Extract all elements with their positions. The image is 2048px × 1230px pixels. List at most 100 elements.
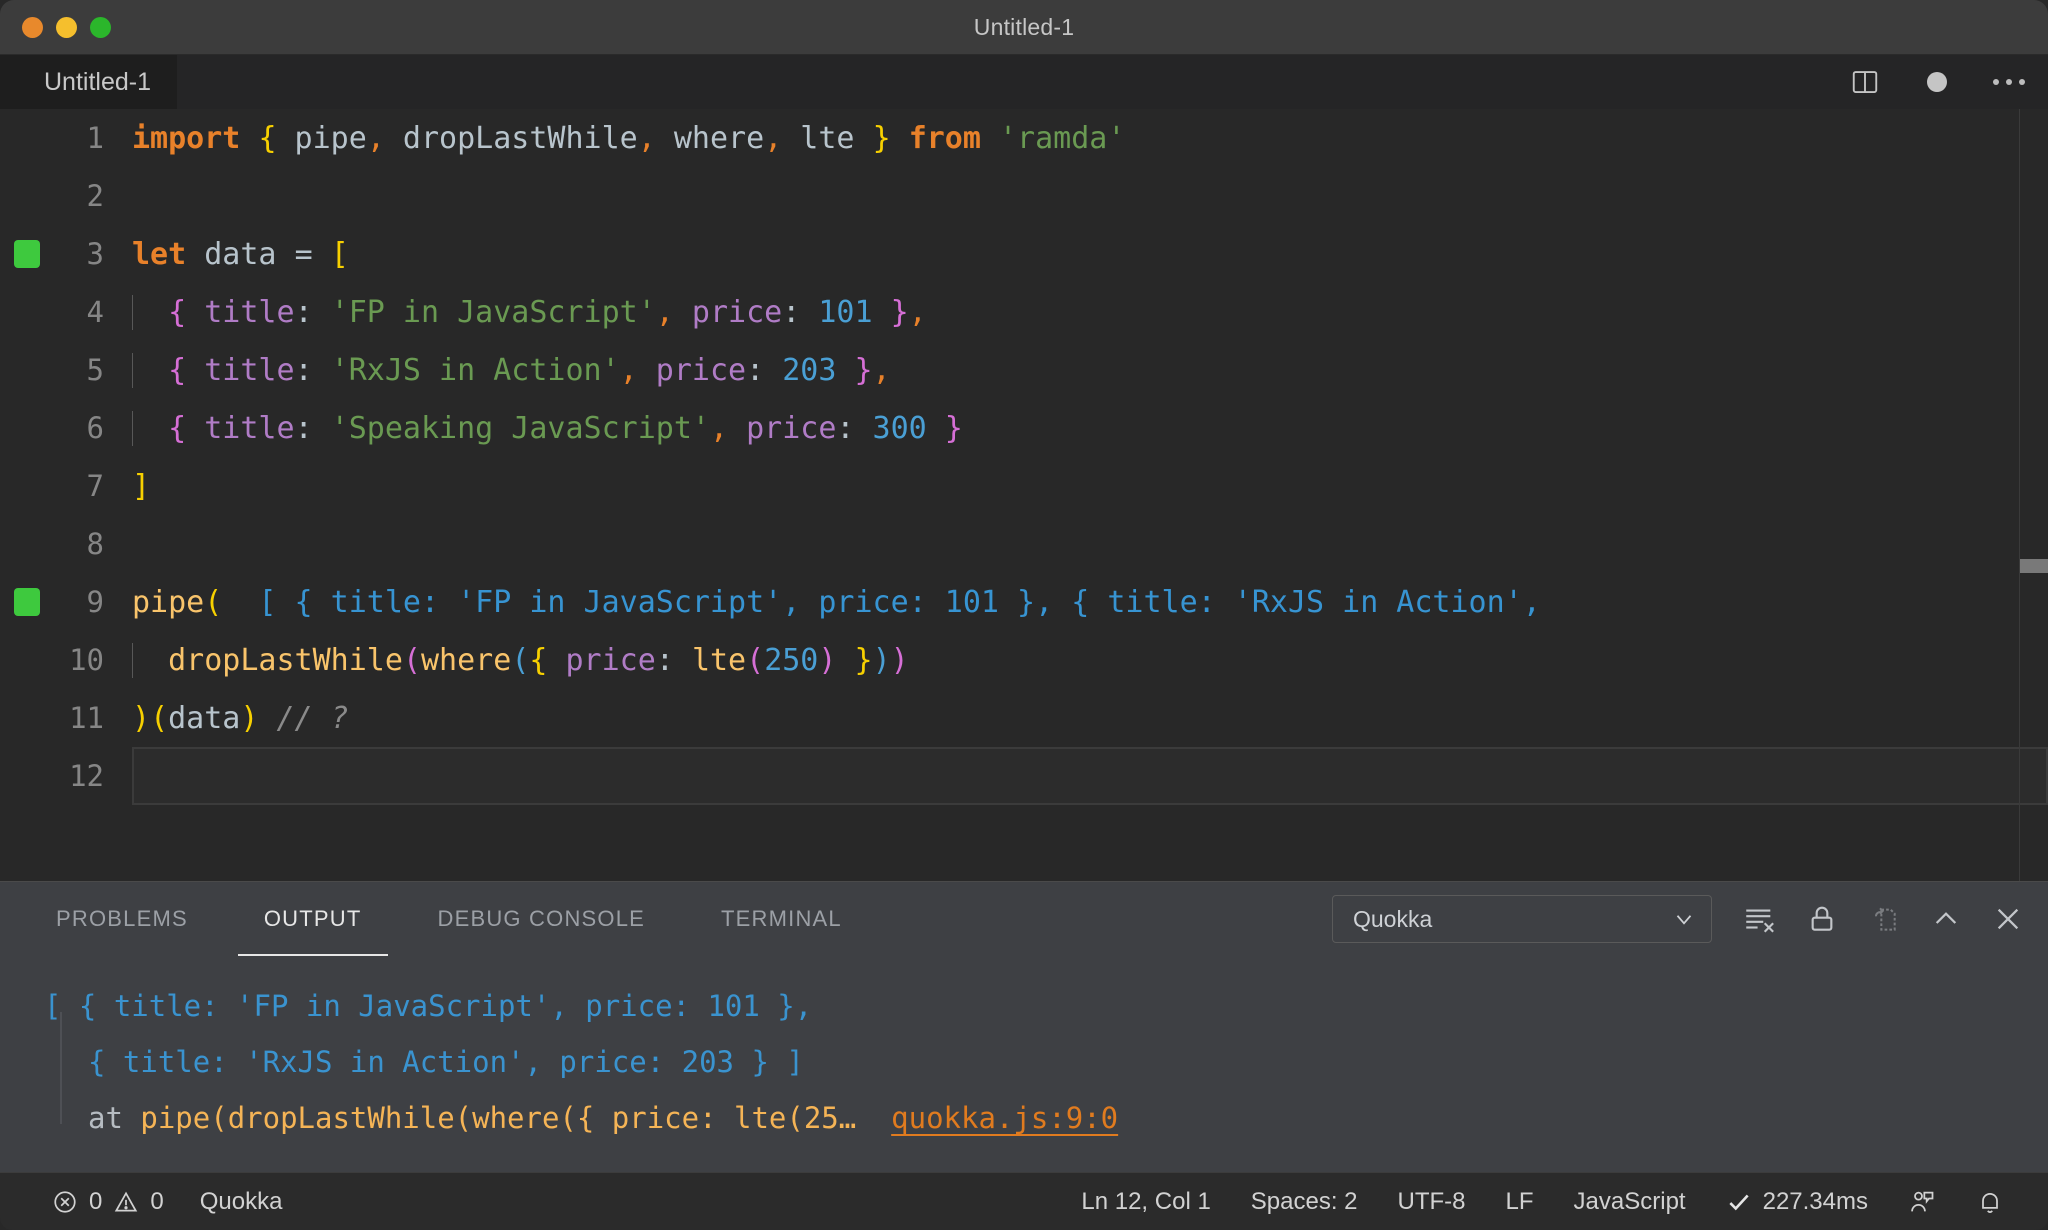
- code-token: }: [944, 410, 963, 446]
- status-bar-right: Ln 12, Col 1 Spaces: 2 UTF-8 LF JavaScri…: [1061, 1173, 2024, 1230]
- code-token: where: [421, 642, 512, 678]
- panel-header: PROBLEMS OUTPUT DEBUG CONSOLE TERMINAL Quok…: [0, 882, 2048, 956]
- code-token: {: [168, 352, 187, 388]
- code-token: (: [402, 642, 421, 678]
- editor-tab-bar: Untitled-1: [0, 55, 2048, 109]
- code-token: :: [836, 410, 855, 446]
- status-feedback[interactable]: [1888, 1173, 1956, 1230]
- code-line[interactable]: 2: [0, 167, 2048, 225]
- output-indent-guide: [60, 1012, 62, 1124]
- status-notifications[interactable]: [1956, 1173, 2024, 1230]
- output-line: at pipe(dropLastWhile(where({ price: lte…: [0, 1090, 2048, 1146]
- minimize-window-button[interactable]: [56, 16, 77, 38]
- code-token: :: [294, 294, 313, 330]
- status-cursor-position[interactable]: Ln 12, Col 1: [1061, 1173, 1230, 1230]
- code-line[interactable]: 6 { title: 'Speaking JavaScript', price:…: [0, 399, 2048, 457]
- bell-icon: [1976, 1188, 2004, 1216]
- code-token: pipe: [132, 584, 205, 620]
- editor-vertical-scrollbar[interactable]: [2020, 109, 2048, 881]
- status-eol[interactable]: LF: [1486, 1173, 1554, 1230]
- output-panel-body[interactable]: [ { title: 'FP in JavaScript', price: 10…: [0, 956, 2048, 1172]
- code-token: {: [168, 410, 187, 446]
- close-window-button[interactable]: [22, 16, 43, 38]
- code-token: price: [691, 294, 783, 330]
- quokka-live-marker[interactable]: [14, 588, 40, 616]
- panel-tab-problems[interactable]: PROBLEMS: [30, 882, 214, 956]
- unsaved-indicator-dot[interactable]: [1920, 65, 1954, 99]
- code-token: ): [890, 642, 909, 678]
- code-token: [: [330, 236, 349, 272]
- editor-tab-untitled-1[interactable]: Untitled-1: [0, 55, 177, 109]
- clear-output-icon[interactable]: [1742, 902, 1776, 936]
- code-line[interactable]: 7]: [0, 457, 2048, 515]
- feedback-person-icon: [1908, 1188, 1936, 1216]
- code-token: data: [186, 236, 295, 272]
- run-time-label: 227.34ms: [1762, 1187, 1868, 1215]
- line-number: 8: [86, 527, 104, 561]
- code-token: ): [818, 642, 837, 678]
- turn-auto-scrolling-off-icon[interactable]: [1806, 903, 1838, 935]
- quokka-live-marker[interactable]: [14, 240, 40, 268]
- open-output-in-editor-icon[interactable]: [1868, 903, 1900, 935]
- code-token: lte: [782, 120, 873, 156]
- output-channel-select[interactable]: Quokka: [1332, 895, 1712, 943]
- code-token: 'FP in JavaScript': [330, 294, 656, 330]
- maximize-window-button[interactable]: [90, 16, 111, 38]
- output-text: [ { title: 'FP in JavaScript', price: 10…: [44, 989, 813, 1023]
- editor-scrollbar-thumb[interactable]: [2020, 559, 2048, 573]
- cursor-position-label: Ln 12, Col 1: [1081, 1187, 1211, 1215]
- code-token: // ?: [276, 700, 349, 736]
- code-line[interactable]: 9 pipe( [ { title: 'FP in JavaScript', pr…: [0, 573, 2048, 631]
- code-token: 'RxJS in Action': [330, 352, 620, 388]
- maximize-panel-icon[interactable]: [1930, 903, 1962, 935]
- code-line[interactable]: 11)(data) // ?: [0, 689, 2048, 747]
- line-number: 5: [86, 353, 104, 387]
- code-line[interactable]: 4 { title: 'FP in JavaScript', price: 10…: [0, 283, 2048, 341]
- panel-tab-debug-console[interactable]: DEBUG CONSOLE: [412, 882, 672, 956]
- status-encoding[interactable]: UTF-8: [1378, 1173, 1486, 1230]
- code-line[interactable]: 8: [0, 515, 2048, 573]
- code-line[interactable]: 1 import { pipe, dropLastWhile, where, lt…: [0, 109, 2048, 167]
- code-token: :: [782, 294, 801, 330]
- code-line[interactable]: 10 dropLastWhile(where({ price: lte(250)…: [0, 631, 2048, 689]
- status-run-time[interactable]: 227.34ms: [1706, 1173, 1888, 1230]
- code-token: price: [655, 352, 747, 388]
- code-token: =: [294, 236, 313, 272]
- code-token: {: [168, 294, 187, 330]
- code-editor[interactable]: 1 import { pipe, dropLastWhile, where, lt…: [0, 109, 2048, 881]
- encoding-label: UTF-8: [1397, 1187, 1466, 1215]
- close-panel-icon[interactable]: [1992, 903, 2024, 935]
- status-indentation[interactable]: Spaces: 2: [1231, 1173, 1378, 1230]
- language-label: JavaScript: [1573, 1187, 1686, 1215]
- code-token: :: [294, 352, 313, 388]
- indent-guide: [132, 352, 133, 388]
- code-token: ,: [908, 294, 927, 330]
- line-content: ]: [132, 469, 150, 504]
- panel-tab-terminal[interactable]: TERMINAL: [695, 882, 868, 956]
- status-quokka[interactable]: Quokka: [182, 1173, 301, 1230]
- status-language-mode[interactable]: JavaScript: [1554, 1173, 1706, 1230]
- status-problems[interactable]: 0 0: [34, 1173, 182, 1230]
- line-content: { title: 'Speaking JavaScript', price: 3…: [132, 410, 963, 446]
- output-source-link[interactable]: quokka.js:9:0: [891, 1101, 1118, 1135]
- panel-tab-output[interactable]: OUTPUT: [237, 882, 388, 956]
- line-content: dropLastWhile(where({ price: lte(250) })…: [132, 642, 909, 678]
- code-line[interactable]: 12: [0, 747, 2048, 805]
- code-line[interactable]: 3 let data = [: [0, 225, 2048, 283]
- code-token: title: [204, 294, 295, 330]
- error-circle-icon: [52, 1189, 78, 1215]
- code-line[interactable]: 5 { title: 'RxJS in Action', price: 203 …: [0, 341, 2048, 399]
- code-token: :: [294, 410, 313, 446]
- code-token: {: [529, 642, 548, 678]
- more-actions-icon[interactable]: [1992, 65, 2026, 99]
- split-editor-icon[interactable]: [1848, 65, 1882, 99]
